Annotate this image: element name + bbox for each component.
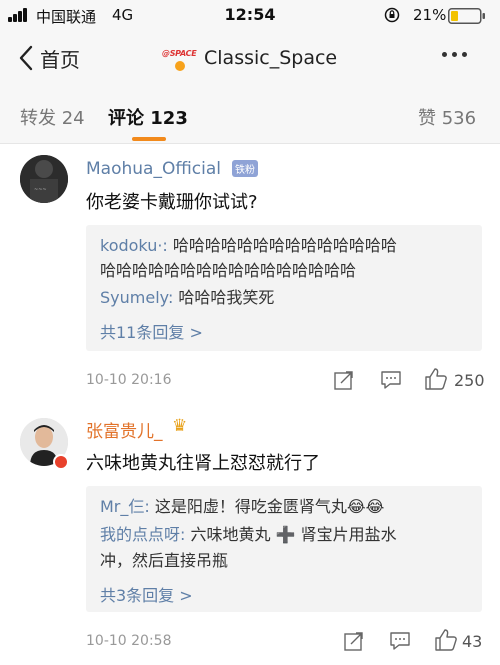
comment-time: 10-10 20:16 [86, 372, 172, 388]
reply-text: 冲，然后直接吊瓶 [100, 551, 229, 570]
repost-icon[interactable] [343, 630, 365, 652]
like-icon[interactable] [424, 367, 448, 391]
reply-line: 我的点点呀: 六味地黄丸 ➕ 肾宝片用盐水 [100, 522, 397, 547]
avatar[interactable]: ~~~ [20, 155, 68, 203]
tab-indicator [132, 137, 166, 141]
post-author[interactable]: @SPACE Classic_Space [162, 42, 337, 74]
vip-badge-icon [53, 454, 69, 470]
space-logo: @SPACE [162, 49, 197, 58]
author-avatar: @SPACE [162, 43, 197, 73]
battery-icon [448, 8, 485, 24]
like-count: 43 [462, 632, 483, 651]
verified-badge-icon [175, 61, 185, 71]
status-bar: 中国联通 4G 12:54 21% [0, 0, 500, 30]
reply-line: 冲，然后直接吊瓶 [100, 548, 228, 573]
comment-text: 六味地黄丸往肾上怼怼就行了 [86, 453, 320, 474]
reply-username[interactable]: kodoku·: [100, 236, 168, 255]
reply-line: 哈哈哈哈哈哈哈哈哈哈哈哈哈哈哈哈 [100, 258, 356, 283]
reply-line: kodoku·: 哈哈哈哈哈哈哈哈哈哈哈哈哈哈 [100, 233, 397, 258]
tab-reposts[interactable]: 转发 24 [20, 104, 85, 130]
chevron-left-icon [19, 45, 33, 71]
page-title: Classic_Space [204, 47, 338, 69]
reply-text: 六味地黄丸 ➕ 肾宝片用盐水 [185, 525, 397, 544]
like-count: 250 [454, 371, 485, 390]
reply-box[interactable]: kodoku·: 哈哈哈哈哈哈哈哈哈哈哈哈哈哈 哈哈哈哈哈哈哈哈哈哈哈哈哈哈哈哈… [86, 225, 482, 351]
reply-text: 哈哈哈我笑死 [173, 288, 275, 307]
comment-item: ~~~ Maohua_Official 铁粉 你老婆卡戴珊你试试? kodoku… [0, 145, 500, 401]
reply-username[interactable]: 我的点点呀: [100, 525, 185, 544]
reply-text: 这是阳虚！得吃金匮肾气丸😂😂 [149, 497, 385, 516]
tabs-bar: 转发 24 评论 123 赞 536 [0, 86, 500, 144]
more-replies-link[interactable]: 共3条回复 > [100, 582, 193, 606]
rotation-lock-icon [384, 7, 400, 23]
like-icon[interactable] [434, 628, 458, 652]
reply-username[interactable]: Mr_仨: [100, 497, 150, 516]
avatar-image: ~~~ [20, 155, 68, 203]
reply-line: Syumely: 哈哈哈我笑死 [100, 285, 274, 310]
comment-text: 你老婆卡戴珊你试试? [86, 192, 258, 213]
comment-username[interactable]: 张富贵儿_ [86, 417, 163, 442]
comment-time: 10-10 20:58 [86, 633, 172, 649]
reply-icon[interactable] [380, 370, 402, 390]
comment-item: 张富贵儿_ ♛ 六味地黄丸往肾上怼怼就行了 Mr_仨: 这是阳虚！得吃金匮肾气丸… [0, 402, 500, 665]
nav-bar: 首页 @SPACE Classic_Space [0, 30, 500, 86]
more-options-icon[interactable] [442, 52, 467, 57]
more-replies-link[interactable]: 共11条回复 > [100, 319, 203, 343]
reply-box[interactable]: Mr_仨: 这是阳虚！得吃金匮肾气丸😂😂 我的点点呀: 六味地黄丸 ➕ 肾宝片用… [86, 486, 482, 612]
tab-comments[interactable]: 评论 123 [108, 104, 188, 130]
back-button[interactable]: 首页 [18, 40, 80, 76]
svg-text:~~~: ~~~ [34, 187, 47, 193]
back-label: 首页 [40, 47, 80, 72]
battery-percent: 21% [413, 6, 447, 24]
comment-username[interactable]: Maohua_Official [86, 159, 221, 179]
reply-username[interactable]: Syumely: [100, 288, 173, 307]
crown-icon: ♛ [172, 416, 188, 436]
reply-text: 哈哈哈哈哈哈哈哈哈哈哈哈哈哈哈哈 [100, 261, 357, 280]
repost-icon[interactable] [333, 369, 355, 391]
fan-badge: 铁粉 [232, 160, 258, 177]
tab-likes[interactable]: 赞 536 [418, 104, 476, 130]
reply-line: Mr_仨: 这是阳虚！得吃金匮肾气丸😂😂 [100, 494, 384, 519]
reply-text: 哈哈哈哈哈哈哈哈哈哈哈哈哈哈 [167, 236, 397, 255]
reply-icon[interactable] [389, 631, 411, 651]
